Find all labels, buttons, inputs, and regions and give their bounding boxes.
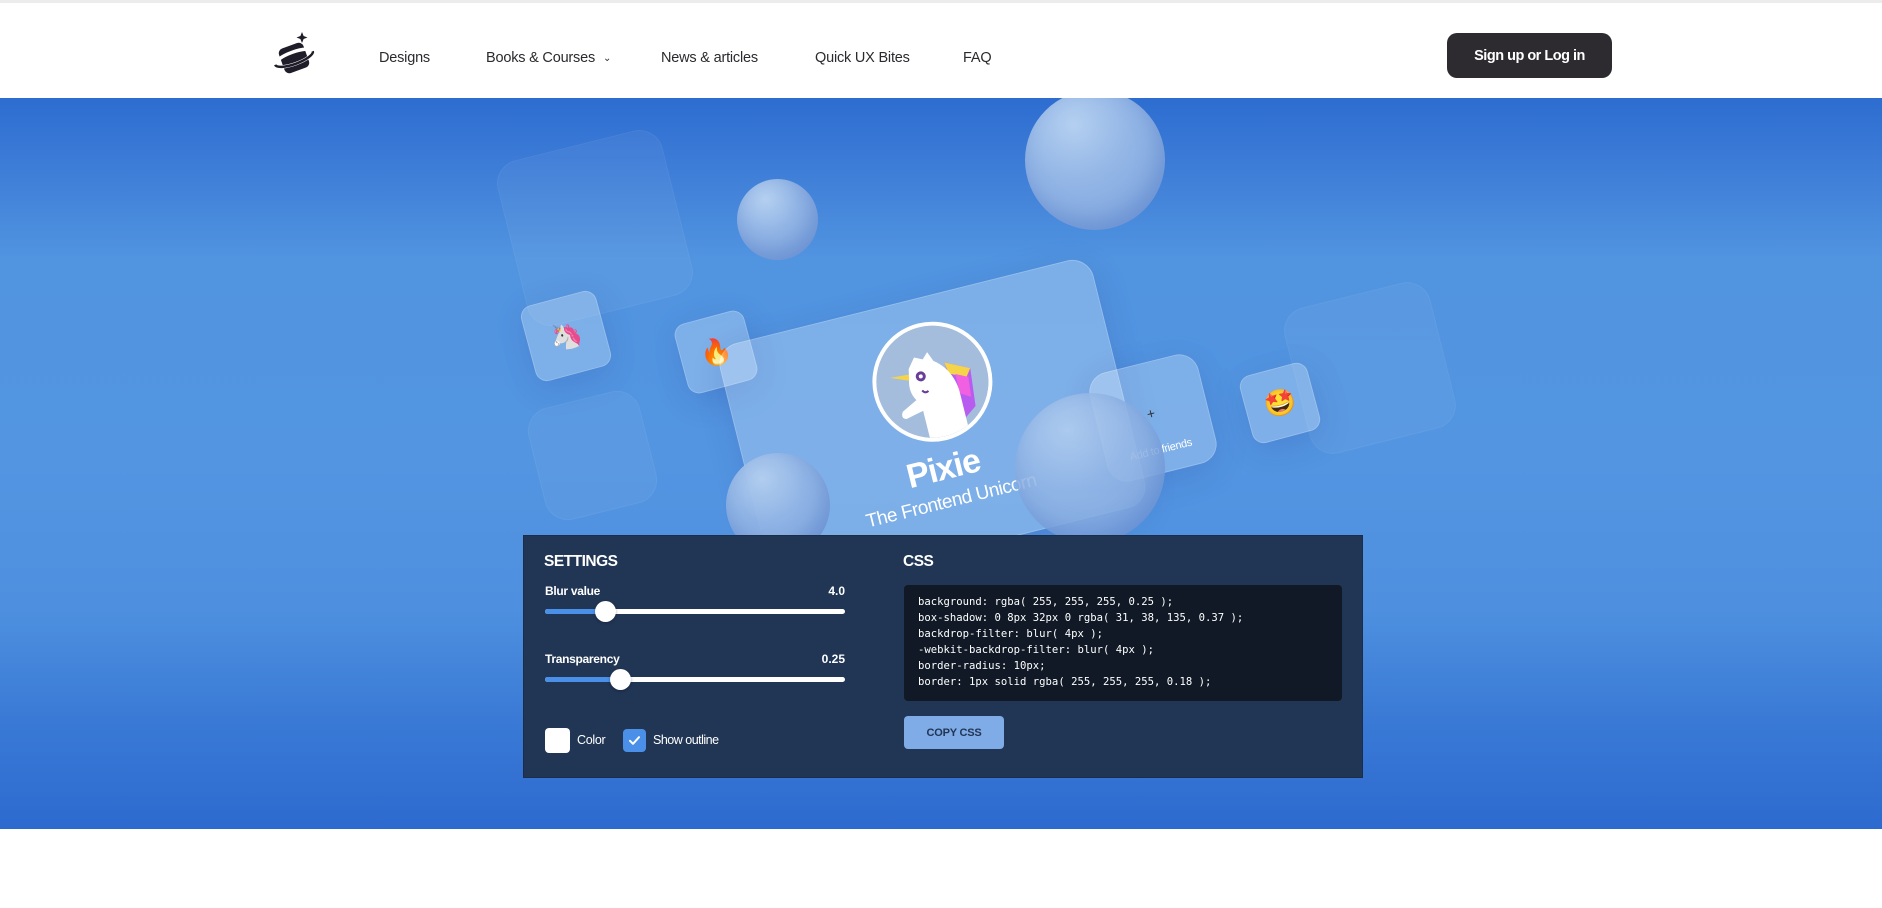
decorative-sphere: [737, 179, 818, 260]
transparency-label: Transparency: [545, 652, 620, 666]
background-glass-shape: [522, 385, 663, 526]
slider-fill: [545, 677, 620, 682]
decorative-sphere: [1015, 393, 1165, 543]
nav-faq[interactable]: FAQ: [963, 50, 992, 66]
site-header: Designs Books & Courses ⌄ News & articles…: [0, 3, 1882, 98]
slider-thumb[interactable]: [610, 669, 631, 690]
transparency-value: 0.25: [821, 652, 845, 666]
show-outline-label: Show outline: [653, 733, 719, 747]
nav-quick-ux-bites[interactable]: Quick UX Bites: [815, 50, 910, 66]
slider-thumb[interactable]: [595, 601, 616, 622]
settings-title: SETTINGS: [544, 553, 618, 570]
avatar: [859, 308, 1006, 455]
css-line: border: 1px solid rgba( 255, 255, 255, 0…: [918, 675, 1212, 688]
settings-panel: SETTINGS Blur value 4.0 Transparency 0.2…: [523, 535, 1363, 778]
blur-slider[interactable]: [545, 599, 845, 623]
sign-up-login-button[interactable]: Sign up or Log in: [1447, 33, 1612, 78]
css-line: background: rgba( 255, 255, 255, 0.25 );: [918, 596, 1174, 608]
transparency-slider[interactable]: [545, 667, 845, 691]
nav-label: Books & Courses: [486, 50, 596, 66]
unicorn-icon: 🦄: [546, 316, 586, 355]
css-line: -webkit-backdrop-filter: blur( 4px );: [918, 643, 1154, 656]
color-picker[interactable]: [545, 728, 570, 753]
copy-css-button[interactable]: COPY CSS: [904, 716, 1004, 749]
css-line: border-radius: 10px;: [918, 659, 1046, 672]
css-code-block[interactable]: background: rgba( 255, 255, 255, 0.25 );…: [904, 585, 1342, 701]
color-label: Color: [577, 733, 606, 747]
star-struck-icon: 🤩: [1260, 383, 1300, 422]
nav-label: Designs: [379, 50, 430, 66]
nav-designs[interactable]: Designs: [379, 50, 430, 66]
chevron-down-icon: ⌄: [603, 53, 612, 64]
unicorn-avatar-icon: [864, 313, 1001, 450]
nav-label: Quick UX Bites: [815, 50, 910, 66]
nav-news-articles[interactable]: News & articles: [661, 50, 758, 66]
nav-label: FAQ: [963, 50, 992, 66]
css-title: CSS: [903, 553, 934, 570]
checkmark-icon: [629, 736, 640, 745]
css-line: box-shadow: 0 8px 32px 0 rgba( 31, 38, 1…: [918, 611, 1244, 624]
blur-label: Blur value: [545, 584, 601, 598]
css-line: backdrop-filter: blur( 4px );: [918, 627, 1103, 640]
planet-logo-icon[interactable]: [272, 30, 316, 76]
blur-value: 4.0: [828, 584, 845, 598]
nav-books-courses[interactable]: Books & Courses ⌄: [486, 50, 611, 66]
nav-label: News & articles: [661, 50, 758, 66]
show-outline-checkbox[interactable]: [623, 729, 646, 752]
decorative-sphere: [1025, 98, 1165, 230]
